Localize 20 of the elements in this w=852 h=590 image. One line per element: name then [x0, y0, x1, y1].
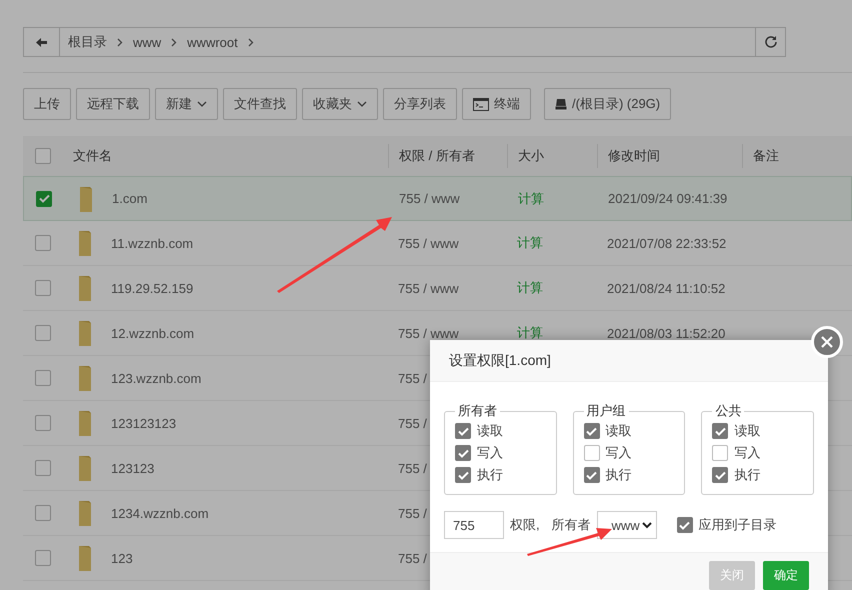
checkbox-label: 写入: [734, 444, 760, 462]
dialog-title: 设置权限[1.com]: [430, 340, 828, 382]
mode-label: 权限,: [510, 516, 540, 534]
owner-label: 所有者: [552, 516, 591, 534]
checkbox-label: 写入: [606, 444, 632, 462]
group-label: 用户组: [586, 402, 627, 420]
group-label: 所有者: [457, 402, 498, 420]
checkbox-label: 执行: [606, 466, 632, 484]
modified-cell-text: 2021/07/08 22:33:52: [606, 236, 728, 250]
checkbox-label: 执行: [734, 466, 760, 484]
checkbox-label: 写入: [477, 444, 503, 462]
checkbox-label: 应用到子目录: [698, 516, 777, 534]
modified-cell-text: 2021/09/24 09:41:39: [607, 191, 728, 206]
checkbox-label: 读取: [734, 422, 760, 440]
checkbox-label: 执行: [477, 466, 503, 484]
modified-cell-text: 2021/08/24 11:10:52: [606, 280, 726, 296]
checkbox-label: 读取: [477, 422, 503, 440]
modified-cell-text: 2021/08/03 11:52:20: [606, 326, 726, 340]
checkbox-label: 读取: [606, 422, 632, 440]
group-label: 公共: [714, 402, 742, 420]
